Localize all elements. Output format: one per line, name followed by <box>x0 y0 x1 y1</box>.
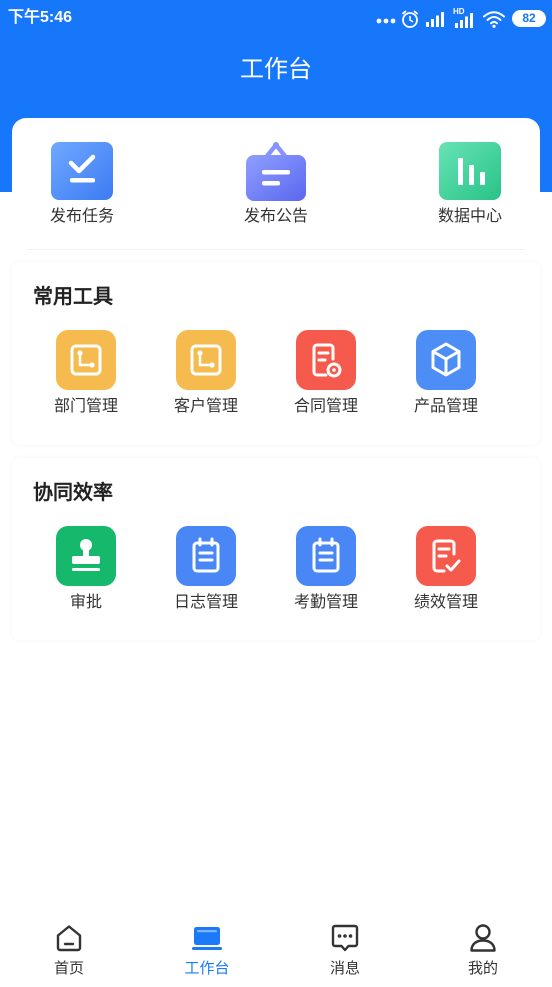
status-time: 下午5:46 <box>8 9 73 26</box>
tool-item-performance[interactable]: 绩效管理 <box>386 526 506 614</box>
divider <box>28 249 524 250</box>
tool-label: 产品管理 <box>413 398 478 415</box>
attendance-clipboard-icon <box>296 526 356 586</box>
tab-workbench[interactable]: 工作台 <box>138 916 276 987</box>
tool-item-log[interactable]: 日志管理 <box>146 526 266 614</box>
tool-item-product[interactable]: 产品管理 <box>386 330 506 418</box>
tab-profile[interactable]: 我的 <box>414 916 552 987</box>
bottom-tab-bar: 首页 工作台 消息 我的 <box>0 916 552 987</box>
quick-action-label: 数据中心 <box>437 208 502 225</box>
tab-label: 我的 <box>467 960 498 977</box>
quick-action-publish-task[interactable]: 发布任务 <box>42 140 122 250</box>
workbench-laptop-icon <box>192 927 222 950</box>
tab-home[interactable]: 首页 <box>0 916 138 987</box>
announcement-icon <box>246 142 306 201</box>
tab-messages[interactable]: 消息 <box>276 916 414 987</box>
quick-action-label: 发布任务 <box>49 208 114 225</box>
profile-icon <box>470 924 496 952</box>
task-check-icon <box>51 142 113 200</box>
alarm-icon <box>402 10 418 28</box>
section-common-tools: 常用工具 部门管理 客户管理 合同管理 产品管理 <box>12 262 540 445</box>
section-title: 常用工具 <box>33 286 113 308</box>
quick-action-label: 发布公告 <box>243 208 308 225</box>
tool-item-attendance[interactable]: 考勤管理 <box>266 526 386 614</box>
data-chart-icon <box>439 142 501 200</box>
tool-label: 部门管理 <box>53 398 118 415</box>
customer-icon <box>176 330 236 390</box>
tool-item-contract[interactable]: 合同管理 <box>266 330 386 418</box>
signal-icon <box>426 12 444 27</box>
page-title: 工作台 <box>240 56 312 83</box>
section-item-grid: 审批 日志管理 考勤管理 绩效管理 <box>26 526 506 614</box>
tool-label: 日志管理 <box>173 594 238 611</box>
tab-label: 工作台 <box>184 960 230 977</box>
tool-label: 审批 <box>69 594 102 611</box>
tab-label: 消息 <box>329 960 360 977</box>
approval-stamp-icon <box>56 526 116 586</box>
quick-action-publish-notice[interactable]: 发布公告 <box>236 140 316 250</box>
contract-icon <box>296 330 356 390</box>
message-icon <box>331 924 359 952</box>
tool-label: 绩效管理 <box>413 594 478 611</box>
section-item-grid: 部门管理 客户管理 合同管理 产品管理 <box>26 330 506 418</box>
quick-actions-card: 发布任务 发布公告 数据中心 <box>12 118 540 250</box>
tab-label: 首页 <box>53 960 84 977</box>
wifi-icon <box>483 11 505 28</box>
tool-item-department[interactable]: 部门管理 <box>26 330 146 418</box>
product-cube-icon <box>416 330 476 390</box>
tool-item-approval[interactable]: 审批 <box>26 526 146 614</box>
performance-doc-icon <box>416 526 476 586</box>
quick-action-data-center[interactable]: 数据中心 <box>430 140 510 250</box>
hd-signal-icon <box>455 13 473 28</box>
section-title: 协同效率 <box>33 482 113 504</box>
tool-label: 合同管理 <box>293 398 358 415</box>
department-icon <box>56 330 116 390</box>
section-collaboration: 协同效率 审批 日志管理 考勤管理 绩效管理 <box>12 458 540 640</box>
home-icon <box>56 925 82 952</box>
more-dots-icon <box>376 18 396 24</box>
tool-item-customer[interactable]: 客户管理 <box>146 330 266 418</box>
battery-icon: 82 <box>512 10 546 27</box>
tool-label: 考勤管理 <box>293 594 358 611</box>
tool-label: 客户管理 <box>173 398 238 415</box>
status-bar: 下午5:46 HD 82 <box>0 0 552 36</box>
log-clipboard-icon <box>176 526 236 586</box>
